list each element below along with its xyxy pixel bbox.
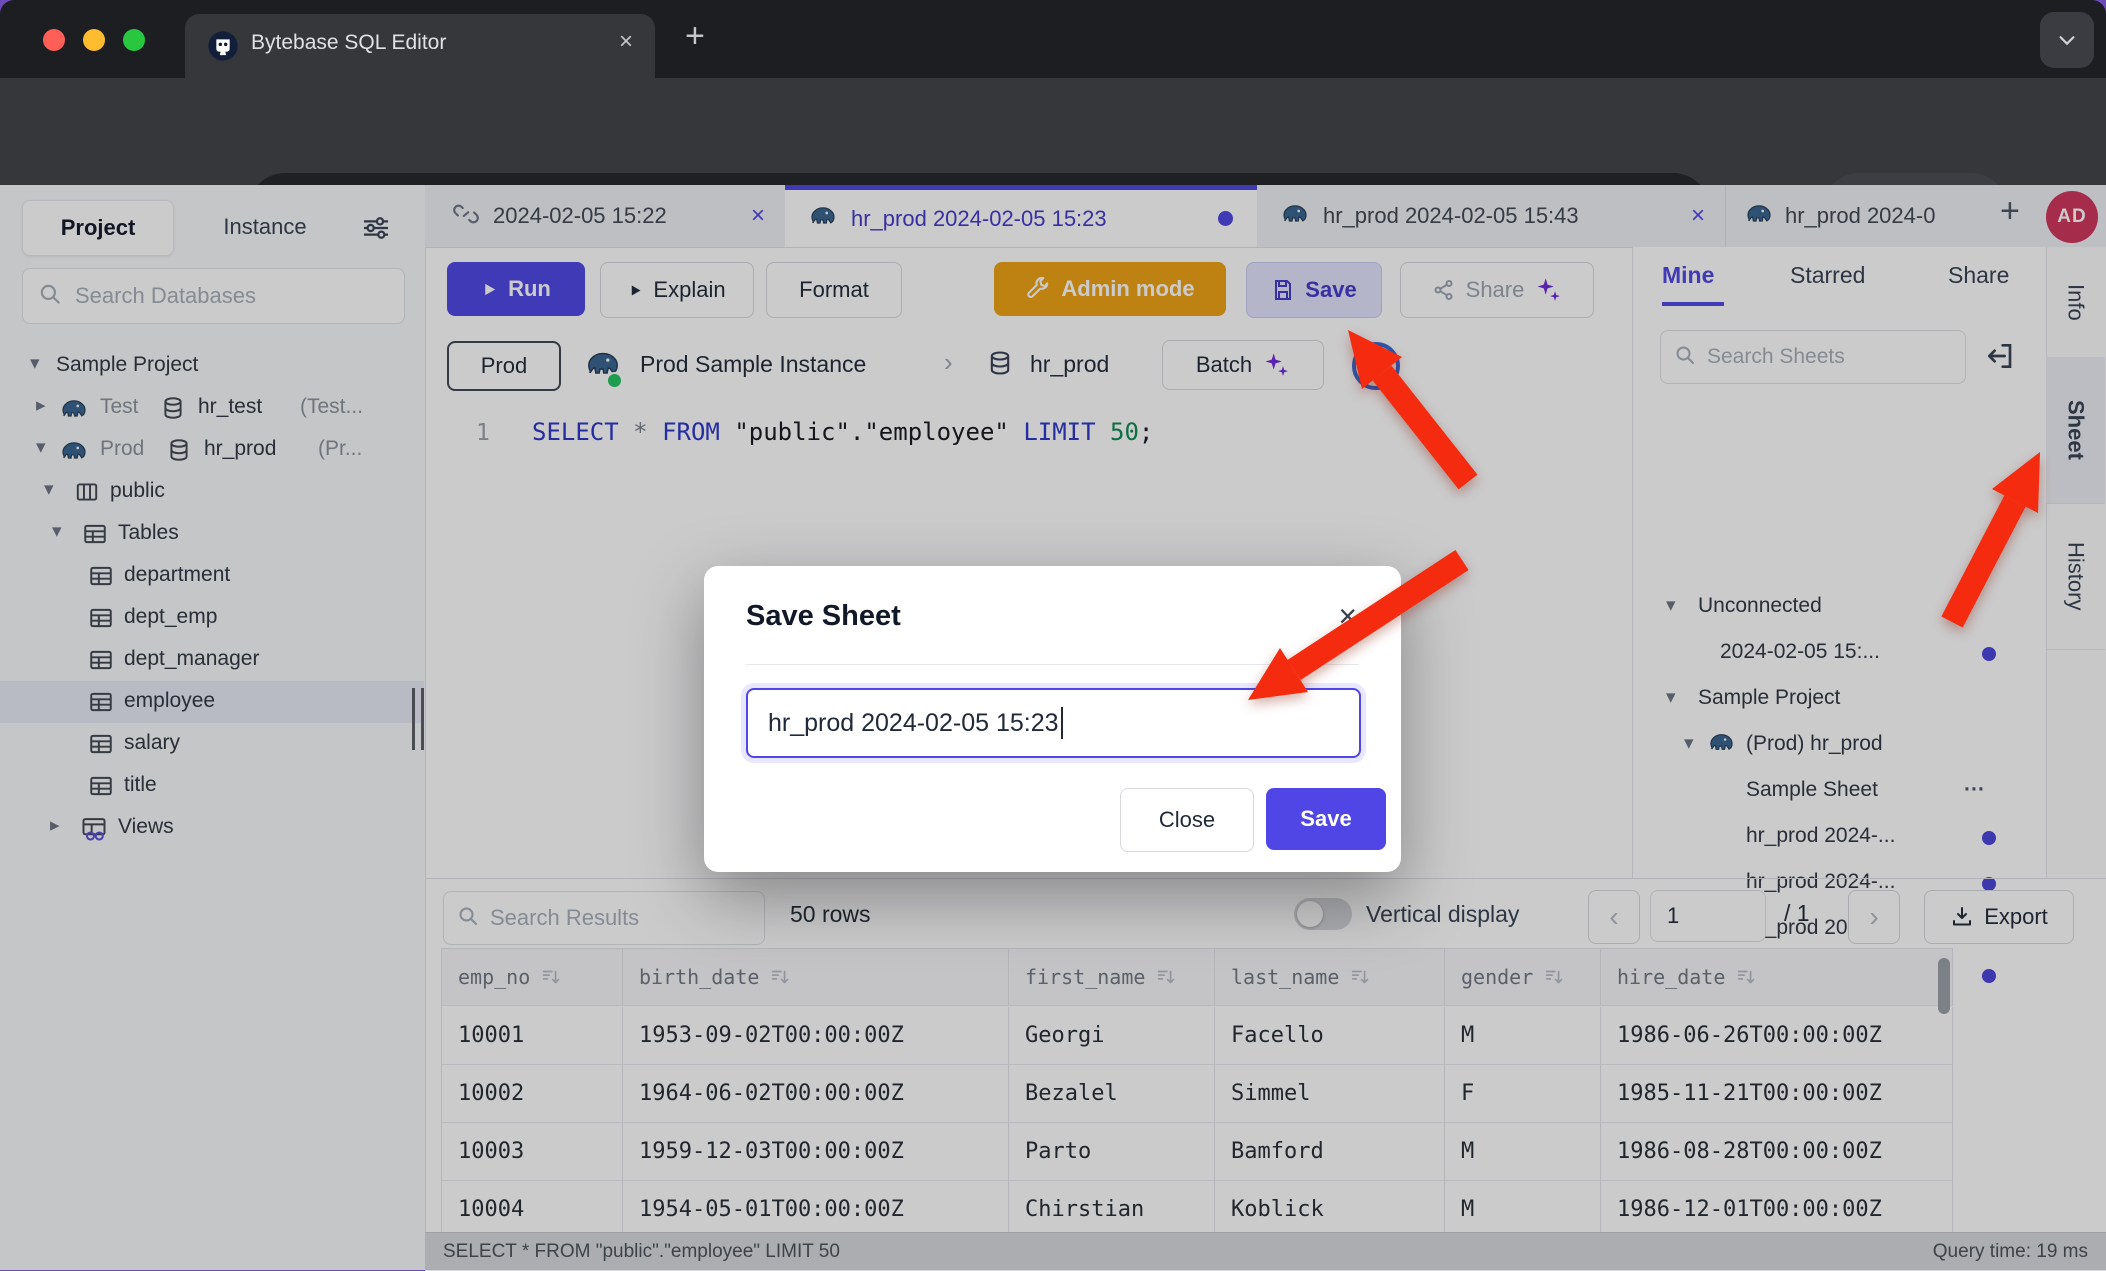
close-tab-icon[interactable]: × (619, 28, 633, 56)
browser-navbar: ← → ↻ localhost:8080/sql-editor/prod-sam… (0, 78, 2106, 185)
browser-tab[interactable]: Bytebase SQL Editor × (185, 14, 655, 78)
text-cursor (1061, 707, 1063, 739)
close-icon[interactable]: × (1338, 598, 1357, 635)
modal-divider (746, 664, 1359, 665)
browser-tab-strip: Bytebase SQL Editor × + (0, 0, 2106, 78)
chevron-down-icon (2056, 29, 2078, 51)
zoom-window-button[interactable] (123, 29, 145, 51)
new-tab-button[interactable]: + (685, 17, 705, 56)
minimize-window-button[interactable] (83, 29, 105, 51)
modal-close-button[interactable]: Close (1120, 788, 1254, 852)
modal-save-button[interactable]: Save (1266, 788, 1386, 850)
sheet-name-input[interactable]: hr_prod 2024-02-05 15:23 (746, 688, 1361, 758)
close-window-button[interactable] (43, 29, 65, 51)
tab-search-button[interactable] (2040, 12, 2094, 68)
bytebase-favicon-icon (207, 30, 239, 67)
browser-tab-title: Bytebase SQL Editor (251, 31, 446, 55)
modal-title: Save Sheet (746, 600, 901, 633)
sheet-name-value: hr_prod 2024-02-05 15:23 (768, 709, 1059, 738)
save-sheet-modal: Save Sheet × hr_prod 2024-02-05 15:23 Cl… (704, 566, 1401, 872)
